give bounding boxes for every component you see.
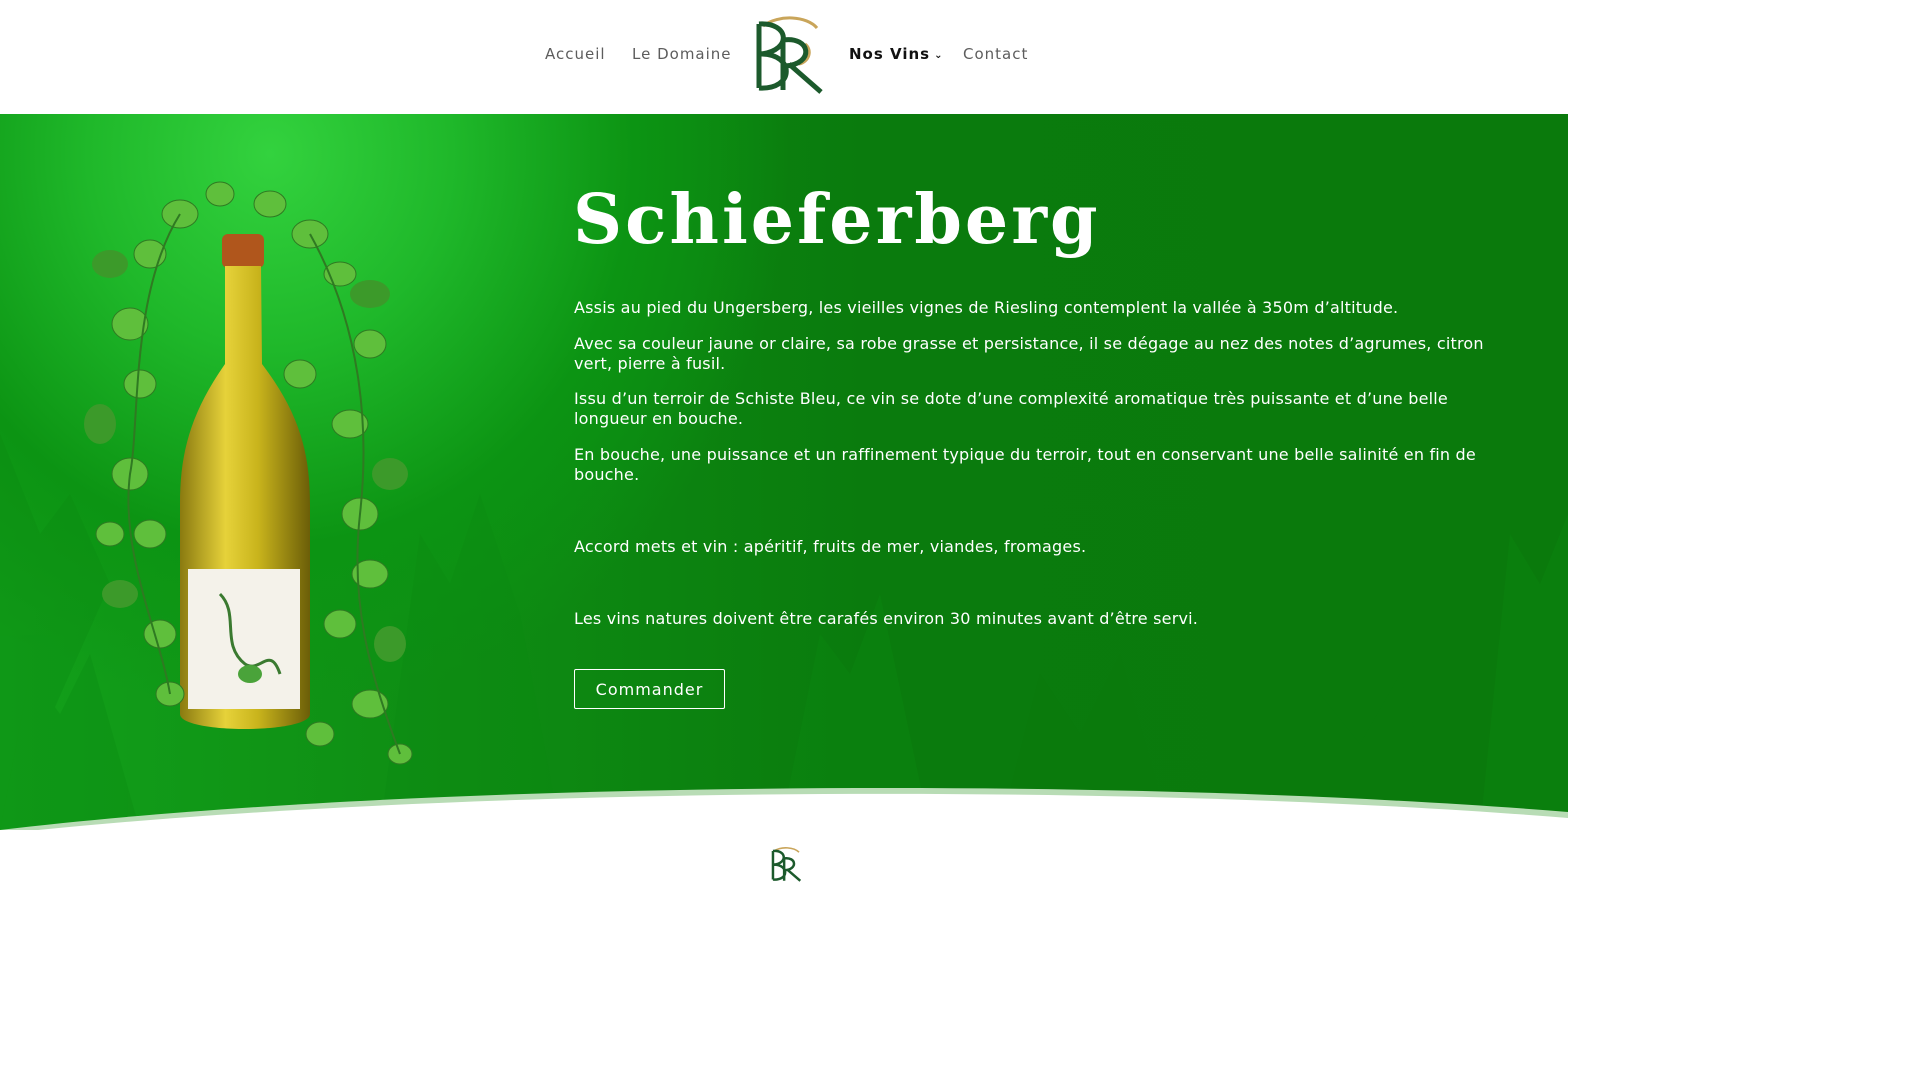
nav-contact[interactable]: Contact	[963, 44, 1028, 64]
description-paragraph: Issu d’un terroir de Schiste Bleu, ce vi…	[574, 389, 1448, 428]
footer-logo	[771, 847, 802, 882]
product-hero: Schieferberg Assis au pied du Ungersberg…	[0, 114, 1568, 830]
wine-bottle-image	[84, 181, 413, 765]
nav-accueil[interactable]: Accueil	[545, 44, 606, 64]
nav-nos-vins-label: Nos Vins	[849, 45, 931, 63]
food-pairing-text: Accord mets et vin : apéritif, fruits de…	[574, 537, 1087, 556]
description-paragraph: En bouche, une puissance et un raffineme…	[574, 445, 1476, 484]
serving-note-text: Les vins natures doivent être carafés en…	[574, 609, 1199, 628]
nav-nos-vins[interactable]: Nos Vins ⌄	[849, 44, 944, 66]
order-button[interactable]: Commander	[574, 669, 725, 709]
brand-logo[interactable]	[749, 14, 829, 96]
nav-le-domaine[interactable]: Le Domaine	[632, 44, 732, 64]
description-paragraph: Avec sa couleur jaune or claire, sa robe…	[574, 334, 1484, 373]
chevron-down-icon: ⌄	[934, 50, 944, 61]
wave-divider	[0, 788, 1568, 830]
site-header: Accueil Le Domaine Nos Vins ⌄ Contact	[0, 0, 1568, 114]
description-paragraph: Assis au pied du Ungersberg, les vieille…	[574, 298, 1399, 317]
product-title: Schieferberg	[573, 180, 1101, 260]
